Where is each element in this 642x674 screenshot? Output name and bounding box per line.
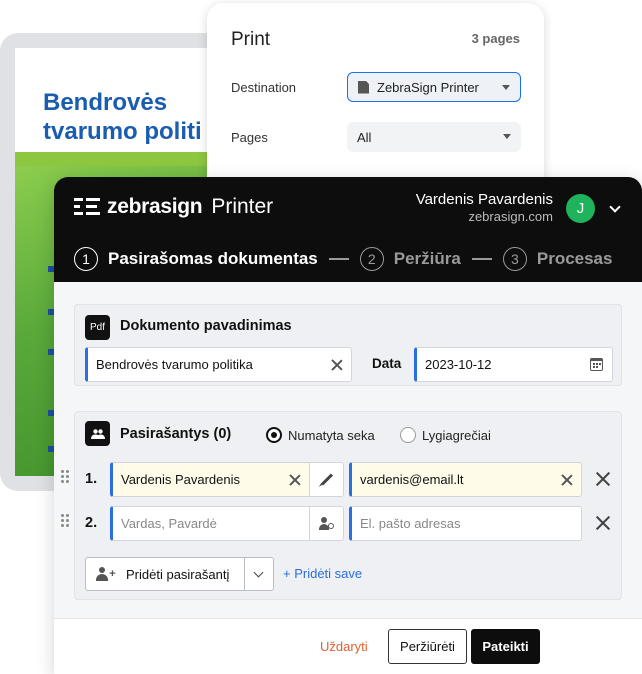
document-icon bbox=[358, 80, 369, 94]
print-title: Print bbox=[231, 29, 271, 50]
logo: zebrasign Printer bbox=[74, 195, 273, 219]
pencil-icon bbox=[320, 473, 333, 486]
search-contacts-button[interactable] bbox=[310, 506, 344, 541]
remove-signer-icon[interactable] bbox=[597, 473, 609, 485]
step-2[interactable]: 2 Peržiūra bbox=[359, 247, 461, 271]
document-title-line1: Bendrovės bbox=[43, 89, 168, 116]
destination-select[interactable]: ZebraSign Printer bbox=[347, 72, 521, 102]
step-1[interactable]: 1 Pasirašomas dokumentas bbox=[74, 247, 318, 271]
submit-button[interactable]: Pateikti bbox=[471, 629, 540, 664]
step-number: 3 bbox=[502, 247, 527, 271]
signer-email-input[interactable]: El. pašto adresas bbox=[349, 506, 582, 541]
order-default-label: Numatyta seka bbox=[288, 427, 375, 443]
signer-row-number: 2. bbox=[85, 515, 98, 531]
step-divider bbox=[471, 258, 492, 260]
clear-icon[interactable] bbox=[289, 474, 301, 486]
document-name-value: Bendrovės tvarumo politika bbox=[96, 357, 253, 372]
destination-value: ZebraSign Printer bbox=[377, 79, 479, 95]
preview-button[interactable]: Peržiūrėti bbox=[388, 629, 467, 664]
signer-email-placeholder: El. pašto adresas bbox=[360, 516, 461, 531]
user-name: Vardenis Pavardenis bbox=[415, 191, 553, 208]
zebra-logo-icon bbox=[74, 197, 100, 217]
caret-down-icon bbox=[502, 85, 510, 90]
person-search-icon bbox=[318, 516, 335, 531]
document-green-band bbox=[15, 152, 230, 166]
edit-signer-button[interactable] bbox=[310, 462, 344, 497]
remove-signer-icon[interactable] bbox=[597, 517, 609, 529]
product-name: Printer bbox=[211, 195, 274, 218]
zebrasign-window: zebrasign Printer Vardenis Pavardenis ze… bbox=[54, 177, 642, 674]
step-label: Peržiūra bbox=[393, 249, 461, 268]
date-input[interactable]: 2023-10-12 bbox=[414, 347, 613, 382]
step-number: 1 bbox=[74, 247, 98, 271]
chevron-down-icon[interactable] bbox=[609, 201, 621, 213]
signer-name-input[interactable]: Vardas, Pavardė bbox=[110, 506, 310, 541]
caret-down-icon bbox=[503, 134, 511, 139]
step-label: Pasirašomas dokumentas bbox=[108, 249, 318, 268]
order-parallel-label: Lygiagrečiai bbox=[422, 427, 491, 443]
signers-panel-title: Pasirašantys (0) bbox=[120, 426, 232, 442]
document-title-line2: tvarumo politi bbox=[43, 118, 202, 145]
drag-handle-icon[interactable] bbox=[61, 470, 71, 484]
user-domain: zebrasign.com bbox=[468, 209, 553, 224]
signer-email-input[interactable]: vardenis@email.lt bbox=[349, 462, 582, 497]
document-panel: Pdf Dokumento pavadinimas Bendrovės tvar… bbox=[74, 304, 622, 386]
pages-value: All bbox=[357, 129, 372, 145]
signer-row-number: 1. bbox=[85, 471, 98, 487]
app-header: zebrasign Printer Vardenis Pavardenis ze… bbox=[54, 177, 642, 282]
signer-name-value: Vardenis Pavardenis bbox=[121, 472, 240, 487]
add-signer-label: Pridėti pasirašantį bbox=[126, 566, 230, 582]
document-preview-title: Bendrovės tvarumo politi bbox=[43, 88, 202, 146]
avatar[interactable]: J bbox=[566, 194, 595, 223]
add-self-link[interactable]: + Pridėti save bbox=[283, 566, 362, 581]
add-signer-button[interactable]: + Pridėti pasirašantį bbox=[85, 557, 245, 591]
drag-handle-icon[interactable] bbox=[61, 514, 71, 528]
step-3[interactable]: 3 Procesas bbox=[502, 247, 613, 271]
radio-selected-icon bbox=[266, 427, 282, 443]
step-number: 2 bbox=[359, 247, 384, 271]
signers-panel: Pasirašantys (0) Numatyta seka Lygiagreč… bbox=[74, 411, 622, 600]
clear-icon[interactable] bbox=[331, 359, 343, 371]
step-label: Procesas bbox=[536, 249, 613, 268]
person-add-icon: + bbox=[96, 567, 116, 581]
brand-name: zebrasign bbox=[107, 195, 203, 218]
add-signer-dropdown[interactable] bbox=[245, 557, 274, 591]
document-panel-title: Dokumento pavadinimas bbox=[120, 318, 292, 334]
order-parallel-radio[interactable]: Lygiagrečiai bbox=[400, 427, 491, 443]
pages-label: Pages bbox=[231, 130, 268, 145]
stepper: 1 Pasirašomas dokumentas 2 Peržiūra 3 Pr… bbox=[74, 247, 612, 271]
order-default-radio[interactable]: Numatyta seka bbox=[266, 427, 375, 443]
app-body: Pdf Dokumento pavadinimas Bendrovės tvar… bbox=[54, 282, 642, 618]
signer-name-placeholder: Vardas, Pavardė bbox=[121, 516, 217, 531]
date-value: 2023-10-12 bbox=[425, 357, 492, 372]
signer-name-input[interactable]: Vardenis Pavardenis bbox=[110, 462, 310, 497]
calendar-icon[interactable] bbox=[590, 358, 603, 371]
radio-empty-icon bbox=[400, 427, 416, 443]
clear-icon[interactable] bbox=[561, 474, 573, 486]
app-footer: Uždaryti Peržiūrėti Pateikti bbox=[54, 618, 642, 674]
date-label: Data bbox=[372, 356, 402, 371]
signer-email-value: vardenis@email.lt bbox=[360, 472, 464, 487]
print-page-count: 3 pages bbox=[471, 31, 520, 46]
destination-label: Destination bbox=[231, 80, 297, 95]
people-icon bbox=[85, 421, 110, 446]
pdf-icon: Pdf bbox=[85, 315, 110, 340]
step-divider bbox=[328, 258, 349, 260]
close-button[interactable]: Uždaryti bbox=[320, 639, 368, 654]
pages-select[interactable]: All bbox=[347, 122, 521, 152]
document-name-input[interactable]: Bendrovės tvarumo politika bbox=[85, 347, 352, 382]
screen: Bendrovės tvarumo politi Print 3 pages D… bbox=[0, 0, 642, 674]
